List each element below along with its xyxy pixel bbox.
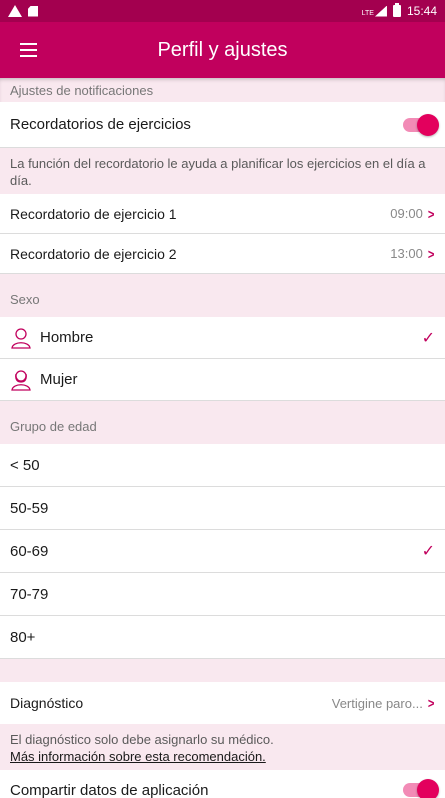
clock: 15:44 [406, 4, 437, 18]
age-option-label: < 50 [10, 456, 40, 474]
age-option-70-79[interactable]: 70-79 [0, 573, 445, 616]
sex-option-label: Mujer [40, 371, 78, 388]
age-option-label: 60-69 [10, 542, 49, 560]
sex-option-male[interactable]: Hombre ✓ [0, 317, 445, 359]
status-bar: LTE 15:44 [0, 0, 445, 22]
checkmark-icon: ✓ [421, 329, 435, 347]
age-section-header: Grupo de edad [0, 401, 445, 444]
more-info-link[interactable]: Más información sobre esta recomendación… [10, 749, 266, 764]
reminder-label: Recordatorio de ejercicio 2 [10, 245, 177, 262]
network-type: LTE [361, 9, 374, 17]
sd-card-icon [28, 5, 38, 17]
reminder-time: 09:00 [390, 206, 423, 221]
female-person-icon [11, 369, 31, 391]
reminders-toggle[interactable] [403, 113, 439, 136]
age-option-label: 80+ [10, 628, 36, 646]
male-person-icon [11, 327, 31, 349]
age-option-80-plus[interactable]: 80+ [0, 616, 445, 659]
share-data-toggle[interactable] [403, 779, 439, 798]
sex-option-female[interactable]: Mujer [0, 359, 445, 401]
section-label: Ajustes de notificaciones [10, 82, 154, 98]
menu-icon[interactable] [0, 22, 56, 78]
age-option-50-59[interactable]: 50-59 [0, 487, 445, 530]
chevron-right-icon: > [427, 695, 435, 711]
sex-option-label: Hombre [40, 329, 94, 346]
age-option-under-50[interactable]: < 50 [0, 444, 445, 487]
battery-icon [392, 3, 401, 17]
reminders-note-text: La función del recordatorio le ayuda a p… [10, 156, 426, 188]
diagnosis-note: El diagnóstico solo debe asignarlo su mé… [0, 724, 445, 770]
reminder-row-2[interactable]: Recordatorio de ejercicio 2 13:00 > [0, 234, 445, 274]
reminder-row-1[interactable]: Recordatorio de ejercicio 1 09:00 > [0, 194, 445, 234]
warning-icon [8, 5, 22, 17]
section-spacer [0, 659, 445, 682]
reminder-label: Recordatorio de ejercicio 1 [10, 205, 177, 222]
diagnosis-label: Diagnóstico [10, 695, 84, 711]
signal-icon: LTE [361, 5, 387, 17]
age-option-60-69[interactable]: 60-69 ✓ [0, 530, 445, 573]
page-title: Perfil y ajustes [157, 38, 288, 61]
reminder-time: 13:00 [390, 246, 423, 261]
diagnosis-note-text: El diagnóstico solo debe asignarlo su mé… [10, 732, 274, 747]
share-data-label: Compartir datos de aplicación [10, 781, 209, 798]
reminders-toggle-row[interactable]: Recordatorios de ejercicios [0, 102, 445, 148]
checkmark-icon: ✓ [421, 543, 435, 560]
share-data-row[interactable]: Compartir datos de aplicación [0, 770, 445, 798]
sex-section-header: Sexo [0, 274, 445, 317]
diagnosis-row[interactable]: Diagnóstico Vertigine paro... > [0, 682, 445, 724]
notifications-section-header: Ajustes de notificaciones [0, 78, 445, 102]
section-label: Grupo de edad [10, 419, 97, 434]
app-bar: Perfil y ajustes [0, 22, 445, 78]
age-option-label: 50-59 [10, 499, 49, 517]
chevron-right-icon: > [427, 245, 435, 262]
chevron-right-icon: > [427, 205, 435, 222]
diagnosis-value: Vertigine paro... [331, 695, 423, 711]
age-option-label: 70-79 [10, 585, 49, 603]
section-label: Sexo [10, 292, 40, 307]
reminders-label: Recordatorios de ejercicios [10, 116, 191, 133]
reminders-note: La función del recordatorio le ayuda a p… [0, 148, 445, 194]
